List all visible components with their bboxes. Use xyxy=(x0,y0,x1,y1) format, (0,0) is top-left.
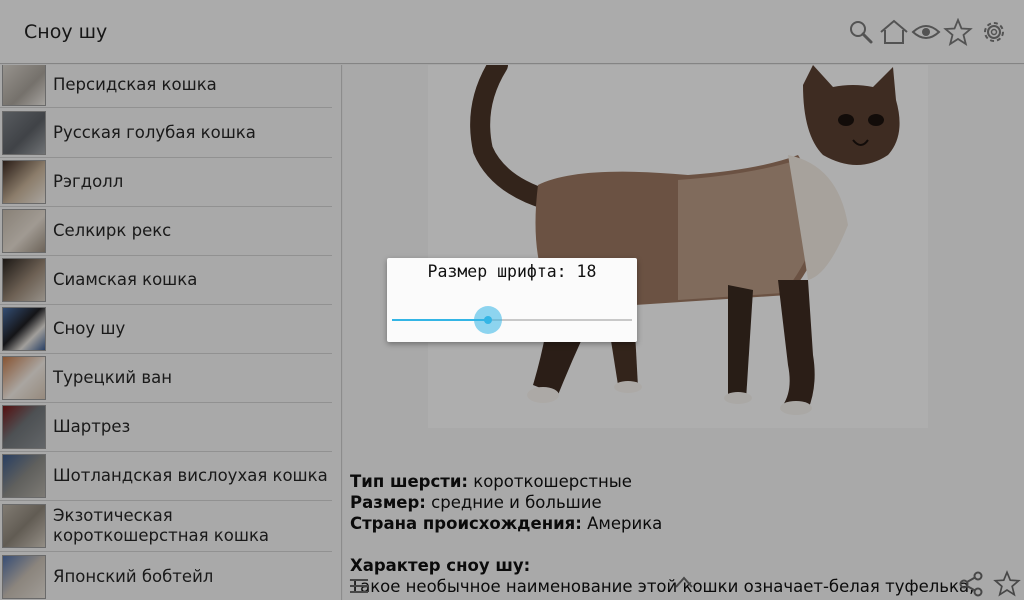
font-size-slider[interactable] xyxy=(392,319,632,321)
font-size-label: Размер шрифта: 18 xyxy=(427,262,597,281)
font-size-dialog: Размер шрифта: 18 xyxy=(387,258,637,342)
slider-thumb[interactable] xyxy=(484,316,492,324)
